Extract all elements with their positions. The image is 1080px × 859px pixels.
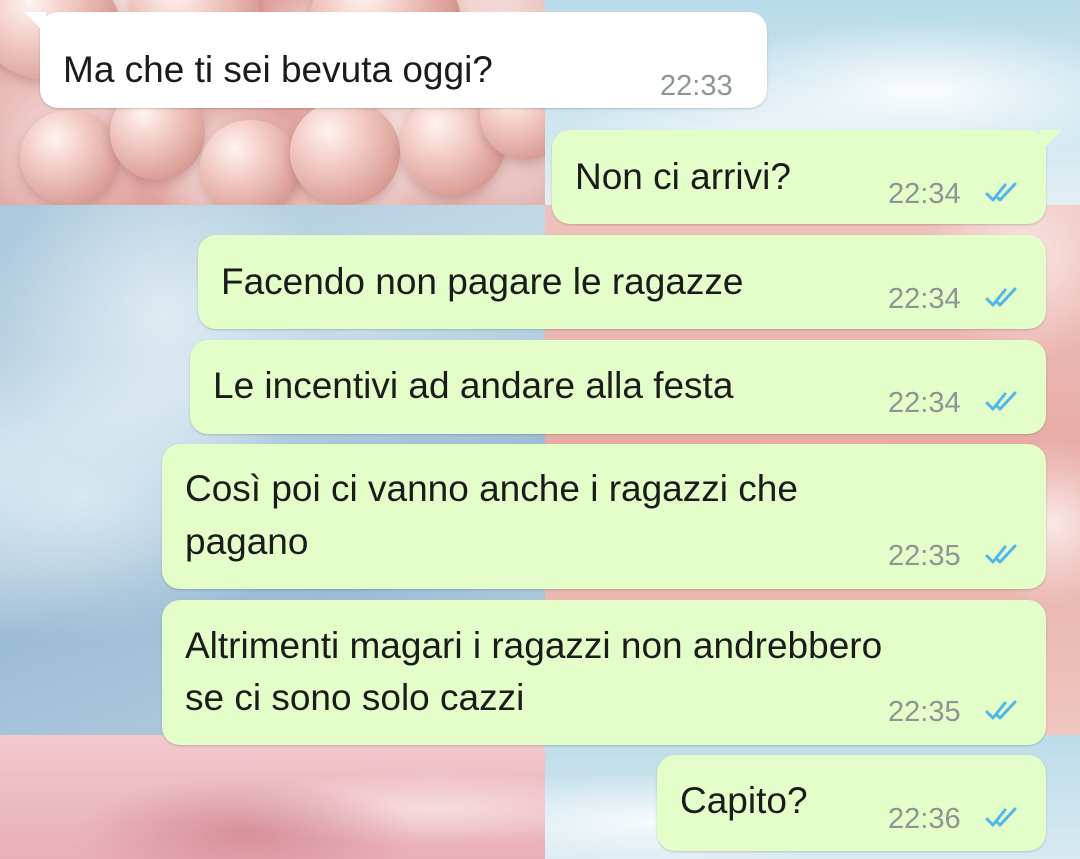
message-outgoing[interactable]: Le incentivi ad andare alla festa 22:34 <box>190 340 1046 434</box>
double-check-icon <box>985 182 1017 202</box>
message-text: Le incentivi ad andare alla festa <box>213 365 734 406</box>
wallpaper-pink-clouds-tile <box>0 735 545 859</box>
message-timestamp: 22:36 <box>888 803 961 835</box>
message-incoming[interactable]: Ma che ti sei bevuta oggi? 22:33 <box>24 12 767 108</box>
message-outgoing[interactable]: Non ci arrivi? 22:34 <box>552 130 1062 224</box>
message-text-line: Così poi ci vanno anche i ragazzi che <box>185 468 798 509</box>
message-timestamp: 22:35 <box>888 540 961 572</box>
double-check-icon <box>985 544 1017 564</box>
double-check-icon <box>985 287 1017 307</box>
message-timestamp: 22:34 <box>888 283 961 315</box>
message-text: Facendo non pagare le ragazze <box>221 261 744 302</box>
double-check-icon <box>985 807 1017 827</box>
message-text: Capito? <box>680 780 808 821</box>
bubble-tail <box>1040 130 1062 152</box>
message-text-line: Altrimenti magari i ragazzi non andrebbe… <box>185 625 883 666</box>
message-outgoing[interactable]: Facendo non pagare le ragazze 22:34 <box>198 235 1046 329</box>
message-text-line: pagano <box>185 521 309 562</box>
message-outgoing[interactable]: Capito? 22:36 <box>657 755 1046 851</box>
message-timestamp: 22:33 <box>660 70 733 102</box>
message-outgoing[interactable]: Altrimenti magari i ragazzi non andrebbe… <box>162 600 1046 745</box>
message-timestamp: 22:34 <box>888 387 961 419</box>
message-timestamp: 22:35 <box>888 696 961 728</box>
double-check-icon <box>985 391 1017 411</box>
message-timestamp: 22:34 <box>888 178 961 210</box>
bubble-tail <box>24 12 46 34</box>
message-text: Non ci arrivi? <box>575 156 791 197</box>
message-text: Ma che ti sei bevuta oggi? <box>63 49 493 90</box>
double-check-icon <box>985 700 1017 720</box>
message-text-line: se ci sono solo cazzi <box>185 677 525 718</box>
message-outgoing[interactable]: Così poi ci vanno anche i ragazzi che pa… <box>162 444 1046 589</box>
